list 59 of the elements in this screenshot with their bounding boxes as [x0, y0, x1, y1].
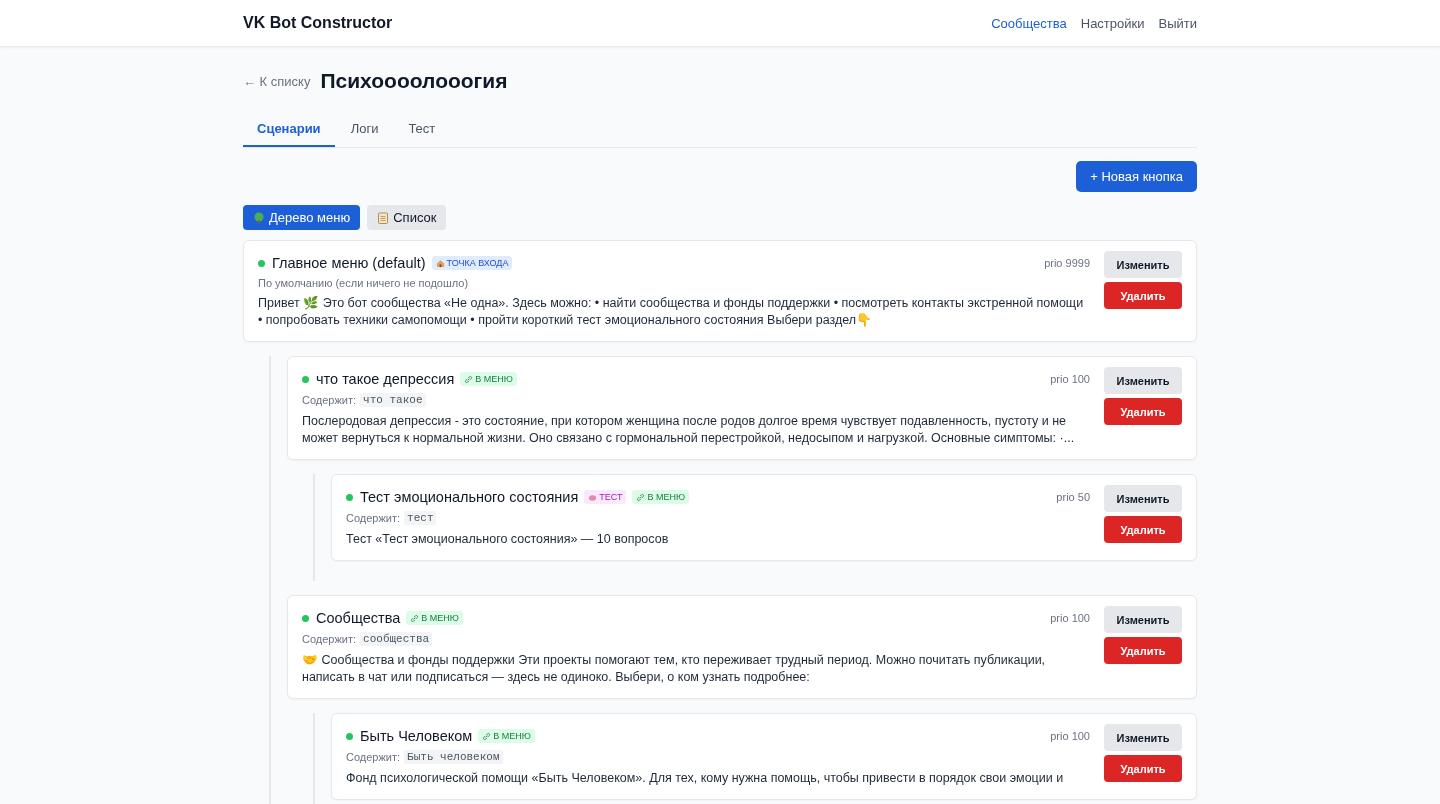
- keyword-tag: Быть человеком: [404, 750, 503, 764]
- tag-label: ТЕСТ: [599, 492, 623, 502]
- tag-label: В МЕНЮ: [493, 731, 531, 741]
- notepad-icon: [377, 211, 390, 224]
- tag-label: В МЕНЮ: [647, 492, 686, 502]
- scenario-title: что такое депрессия: [316, 371, 455, 387]
- nav-link[interactable]: Выйти: [1158, 15, 1197, 31]
- edit-button[interactable]: Изменить: [1104, 485, 1182, 512]
- keyword-label: Содержит:: [346, 512, 401, 524]
- keyword-tag: сообщества: [360, 632, 433, 646]
- node-note: По умолчанию (если ничего не подошло): [258, 277, 469, 289]
- tag-label: ТОЧКА ВХОДА: [446, 258, 509, 268]
- link-icon: [482, 731, 492, 741]
- app-logo: VK Bot Constructor: [243, 14, 393, 32]
- scenario-text: 🤝 Сообщества и фонды поддержки Эти проекты помогают тем, кто переживает трудный период. Можно почитать публикации, написать в чат или подписаться — здесь не одиноко. Выбери, о ком узнать подробнее:: [302, 652, 1047, 686]
- keyword-label: Содержит:: [302, 394, 357, 406]
- tab[interactable]: Тест: [394, 111, 450, 147]
- priority-label: prio 100: [1050, 730, 1090, 742]
- delete-button[interactable]: Удалить: [1104, 755, 1182, 782]
- edit-button[interactable]: Изменить: [1104, 606, 1182, 633]
- priority-label: prio 100: [1050, 373, 1090, 385]
- tag-label: В МЕНЮ: [421, 613, 459, 623]
- scenario-title: Главное меню (default): [272, 255, 426, 271]
- view-toggle[interactable]: Список: [367, 205, 447, 230]
- link-icon: [464, 374, 474, 384]
- keyword-tag: тест: [404, 511, 437, 525]
- view-toggle[interactable]: Дерево меню: [243, 205, 361, 230]
- edit-button[interactable]: Изменить: [1104, 367, 1182, 394]
- priority-label: prio 100: [1050, 612, 1090, 624]
- scenario-text: Фонд психологической помощи «Быть Человеком». Для тех, кому нужна помощь, чтобы привести в порядок свои эмоции и: [346, 770, 1065, 787]
- scenario-text: Привет 🌿 Это бот сообщества «Не одна». Здесь можно: • найти сообщества и фонды поддержки • посмотреть контакты экстренной помощи • попробовать техники самопомощи • пройти короткий тест эмоционального состояния Выбери раздел👇: [258, 295, 1085, 329]
- priority-label: prio 9999: [1044, 257, 1090, 269]
- new-button[interactable]: + Новая кнопка: [1076, 161, 1197, 192]
- scenario-title: Тест эмоционального состояния: [360, 489, 579, 505]
- keyword-label: Содержит:: [302, 633, 357, 645]
- keyword-tag: что такое: [360, 393, 426, 407]
- tab[interactable]: Логи: [336, 111, 393, 147]
- link-icon: [636, 492, 646, 502]
- nav-link[interactable]: Настройки: [1080, 15, 1145, 31]
- page-title: Психоооолооогия: [320, 69, 508, 93]
- scenario-text: Тест «Тест эмоционального состояния» — 10 вопросов: [346, 531, 670, 548]
- delete-button[interactable]: Удалить: [1104, 282, 1182, 309]
- tag-label: В МЕНЮ: [475, 374, 513, 384]
- scenario-title: Быть Человеком: [360, 728, 473, 744]
- keyword-label: Содержит:: [346, 751, 401, 763]
- tree-icon: [253, 211, 265, 224]
- delete-button[interactable]: Удалить: [1104, 637, 1182, 664]
- edit-button[interactable]: Изменить: [1104, 251, 1182, 278]
- link-icon: [410, 613, 420, 623]
- priority-label: prio 50: [1056, 491, 1090, 503]
- edit-button[interactable]: Изменить: [1104, 724, 1182, 751]
- delete-button[interactable]: Удалить: [1104, 398, 1182, 425]
- tab[interactable]: Сценарии: [243, 111, 335, 147]
- scenario-text: Послеродовая депрессия - это состояние, при котором женщина после родов долгое время чувствует подавленность, пустоту и не может вернуться к нормальной жизни. Оно связано с гормональной перестройкой, недосыпом и нагрузкой. Основные симптомы: ·...: [302, 413, 1076, 447]
- house-icon: [435, 258, 445, 268]
- back-link[interactable]: ← К списку: [243, 73, 311, 89]
- delete-button[interactable]: Удалить: [1104, 516, 1182, 543]
- scenario-title: Сообщества: [316, 610, 401, 626]
- nav-link[interactable]: Сообщества: [991, 15, 1067, 31]
